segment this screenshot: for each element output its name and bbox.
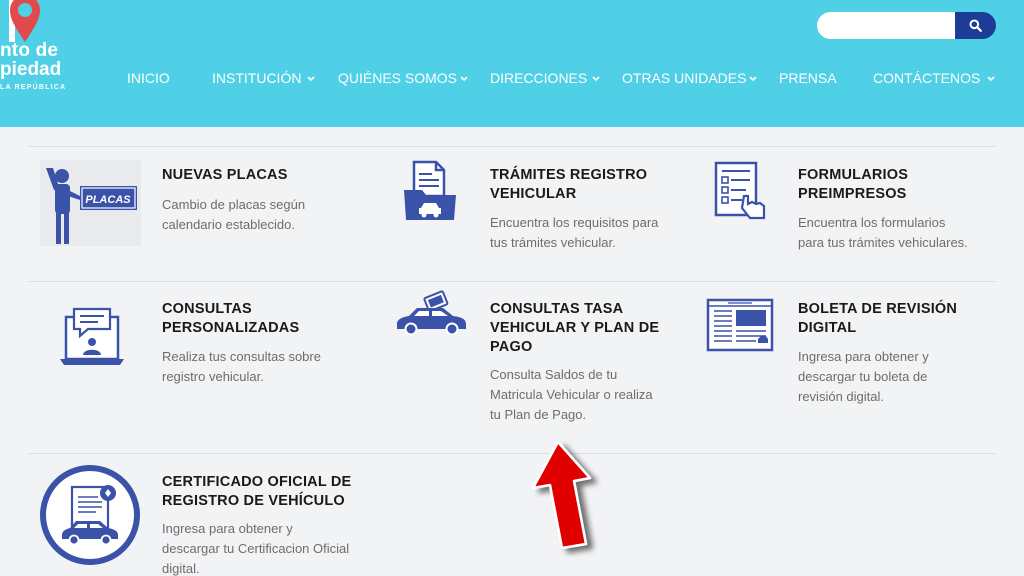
search-bar (817, 12, 996, 39)
location-pin-icon (9, 0, 40, 42)
card-description: Encuentra los requisitos para tus trámit… (490, 215, 659, 250)
nav-item-contactenos[interactable]: CONTÁCTENOS (873, 68, 980, 88)
svg-text:PLACAS: PLACAS (85, 194, 131, 206)
nav-item-inicio[interactable]: INICIO (127, 68, 170, 88)
chevron-down-icon[interactable] (306, 75, 316, 83)
nav-item-prensa[interactable]: PRENSA (779, 68, 837, 88)
license-plate-person-icon: PLACAS (40, 160, 141, 246)
card-title[interactable]: CERTIFICADO OFICIAL DE REGISTRO DE VEHÍC… (162, 473, 351, 511)
chevron-down-icon[interactable] (591, 75, 601, 83)
nav-item-institucion[interactable]: INSTITUCIÓN (212, 68, 301, 88)
card-description: Ingresa para obtener y descargar tu bole… (798, 349, 929, 404)
laptop-chat-icon (60, 307, 124, 365)
search-icon (969, 19, 982, 32)
card-title[interactable]: CONSULTAS PERSONALIZADAS (162, 300, 299, 338)
nav-item-direcciones[interactable]: DIRECCIONES (490, 68, 587, 88)
card-title[interactable]: BOLETA DE REVISIÓN DIGITAL (798, 300, 957, 338)
row-divider (28, 146, 996, 147)
card-description: Ingresa para obtener y descargar tu Cert… (162, 521, 350, 576)
nav-item-quienes-somos[interactable]: QUIÉNES SOMOS (338, 68, 457, 88)
card-title[interactable]: TRÁMITES REGISTRO VEHICULAR (490, 166, 647, 204)
card-description: Consulta Saldos de tu Matricula Vehicula… (490, 367, 653, 422)
chevron-down-icon[interactable] (459, 75, 469, 83)
nav-item-otras-unidades[interactable]: OTRAS UNIDADES (622, 68, 746, 88)
car-payment-icon (397, 290, 466, 336)
chevron-down-icon[interactable] (986, 75, 996, 83)
card-title[interactable]: NUEVAS PLACAS (162, 166, 288, 185)
card-title[interactable]: FORMULARIOS PREIMPRESOS (798, 166, 908, 204)
main-nav: INICIO INSTITUCIÓN QUIÉNES SOMOS DIRECCI… (0, 68, 1024, 90)
card-description: Encuentra los formularios para tus trámi… (798, 215, 968, 250)
card-title[interactable]: CONSULTAS TASA VEHICULAR Y PLAN DE PAGO (490, 300, 659, 357)
vehicle-folder-icon (404, 160, 456, 220)
form-hand-icon (714, 161, 766, 220)
chevron-down-icon[interactable] (748, 75, 758, 83)
card-description: Cambio de placas según calendario establ… (162, 197, 306, 232)
site-header: nto de piedad LA REPÚBLICA INICIO INSTIT… (0, 0, 1024, 127)
certificate-car-icon (40, 465, 140, 565)
search-button[interactable] (955, 12, 996, 39)
card-description: Realiza tus consultas sobre registro veh… (162, 349, 321, 384)
newspaper-icon (706, 298, 774, 352)
row-divider (28, 453, 996, 454)
row-divider (28, 281, 996, 282)
annotation-arrow-icon (531, 440, 592, 550)
search-input[interactable] (817, 12, 957, 39)
